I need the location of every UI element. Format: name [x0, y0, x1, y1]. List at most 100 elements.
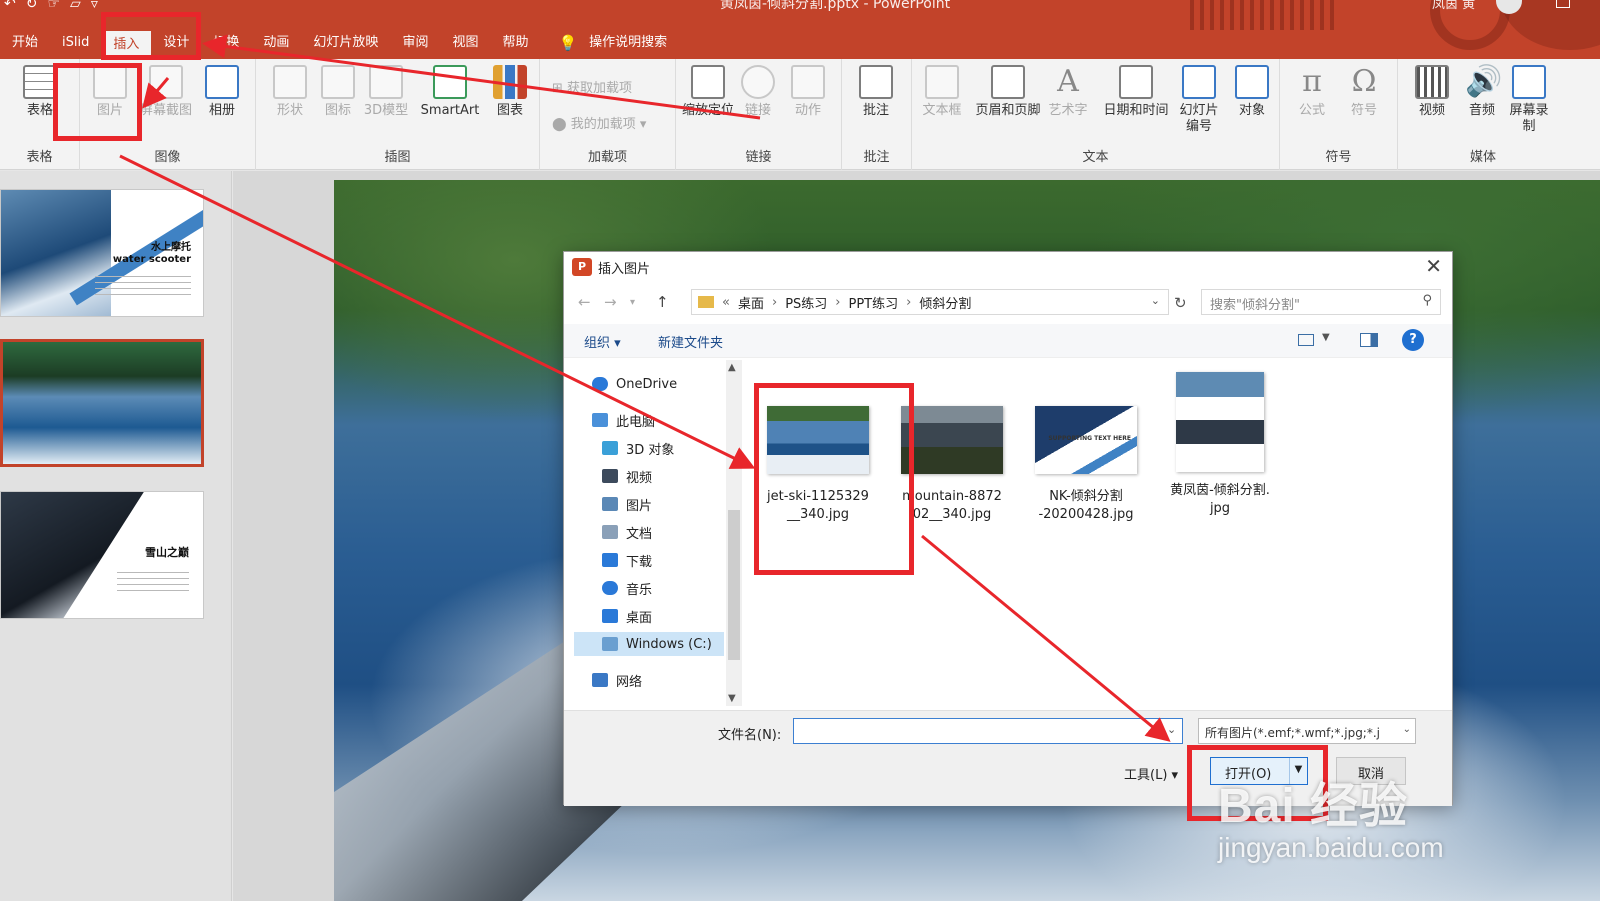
textbox-button[interactable]: 文本框	[914, 65, 970, 119]
tab-view[interactable]: 视图	[440, 29, 490, 57]
tab-insert[interactable]: 插入	[101, 31, 152, 59]
screen-recording-button[interactable]: 屏幕录制	[1504, 65, 1554, 135]
picture-icon	[93, 65, 127, 99]
tell-me-search[interactable]: 操作说明搜索	[577, 29, 679, 57]
breadcrumb-item[interactable]: PS练习	[785, 293, 827, 312]
nav-item-pictures[interactable]: 图片	[602, 492, 652, 516]
file-item-jetski[interactable]: jet-ski-1125329 __340.jpg	[752, 372, 884, 524]
redo-icon[interactable]: ↻	[26, 0, 38, 12]
address-bar[interactable]: « 桌面 › PS练习 › PPT练习 › 倾斜分割 ⌄	[691, 289, 1169, 315]
icons-icon	[321, 65, 355, 99]
back-arrow-icon[interactable]: ←	[578, 293, 591, 311]
nav-item-3d-objects[interactable]: 3D 对象	[602, 436, 674, 460]
restore-window-icon[interactable]	[1556, 0, 1570, 8]
ribbon: 表格 表格 图片 屏幕截图 相册 图像 形状 图标 3D模型 SmartArt …	[0, 59, 1600, 170]
header-footer-button[interactable]: 页眉和页脚	[970, 65, 1046, 119]
file-item-collage[interactable]: 黄凤茵-倾斜分割. jpg	[1154, 372, 1286, 518]
help-icon[interactable]: ?	[1402, 329, 1424, 351]
recent-dropdown-icon[interactable]: ▾	[630, 297, 635, 308]
new-folder-button[interactable]: 新建文件夹	[658, 332, 723, 351]
document-icon	[602, 525, 618, 539]
nav-item-documents[interactable]: 文档	[602, 520, 652, 544]
object-button[interactable]: 对象	[1224, 65, 1280, 119]
organize-button[interactable]: 组织 ▾	[584, 332, 621, 351]
search-input[interactable]: 搜索"倾斜分割" ⚲	[1201, 289, 1441, 315]
zoom-button[interactable]: 缩放定位	[680, 65, 736, 119]
wordart-button[interactable]: A 艺术字	[1040, 65, 1096, 119]
mountain-image-icon	[901, 406, 1003, 474]
slide-thumbnail-3[interactable]: 雪山之巅	[0, 491, 204, 619]
get-addins-button[interactable]: ⊞ 获取加载项	[552, 77, 632, 96]
file-item-nk[interactable]: SUPPORTING TEXT HERE NK-倾斜分割 -20200428.j…	[1020, 372, 1152, 524]
chevron-down-icon[interactable]: ▼	[1322, 332, 1330, 343]
equation-button[interactable]: π 公式	[1284, 65, 1340, 119]
photo-album-button[interactable]: 相册	[194, 65, 250, 119]
ribbon-group-label: 媒体	[1469, 150, 1496, 165]
slide-body-text	[117, 572, 189, 594]
refresh-icon[interactable]: ↻	[1174, 294, 1187, 312]
nav-item-this-pc[interactable]: 此电脑	[592, 408, 655, 432]
close-icon[interactable]: ✕	[1425, 254, 1442, 278]
tab-transitions[interactable]: 切换	[201, 29, 251, 57]
picture-button[interactable]: 图片	[82, 65, 138, 119]
slide-thumbnail-1[interactable]: 水上摩托 water scooter	[0, 189, 204, 317]
my-addins-button[interactable]: ⬤ 我的加载项 ▾	[552, 113, 646, 132]
audio-button[interactable]: 🔊 音频	[1454, 65, 1510, 119]
tab-islide[interactable]: iSlid	[50, 29, 101, 57]
ribbon-group-label: 链接	[745, 150, 772, 165]
forward-arrow-icon[interactable]: →	[604, 293, 617, 311]
comment-button[interactable]: 批注	[848, 65, 904, 119]
symbol-button[interactable]: Ω 符号	[1336, 65, 1392, 119]
slide-number-button[interactable]: 幻灯片编号	[1174, 65, 1224, 135]
nav-item-desktop[interactable]: 桌面	[602, 604, 652, 628]
tab-review[interactable]: 审阅	[390, 29, 440, 57]
up-arrow-icon[interactable]: ↑	[656, 293, 669, 311]
nav-item-network[interactable]: 网络	[592, 668, 642, 692]
slide-thumbnail-2[interactable]	[0, 339, 204, 467]
tab-design[interactable]: 设计	[151, 29, 201, 57]
customize-qat-icon[interactable]: ▿	[91, 0, 98, 12]
tab-slideshow[interactable]: 幻灯片放映	[301, 29, 390, 57]
dialog-titlebar: P 插入图片 ✕	[564, 252, 1452, 282]
nav-item-music[interactable]: 音乐	[602, 576, 652, 600]
nav-item-onedrive[interactable]: OneDrive	[592, 372, 677, 396]
chevron-down-icon[interactable]: ⌄	[1151, 294, 1160, 307]
action-button[interactable]: 动作	[780, 65, 836, 119]
table-button[interactable]: 表格	[12, 65, 68, 119]
scroll-thumb[interactable]	[728, 510, 740, 660]
change-view-icon[interactable]	[1298, 334, 1314, 346]
touch-mode-icon[interactable]: ☞	[47, 0, 60, 12]
breadcrumb-item[interactable]: 桌面	[738, 293, 764, 312]
slide-thumbnail-panel: 水上摩托 water scooter 雪山之巅	[0, 171, 232, 901]
smartart-button[interactable]: SmartArt	[412, 65, 488, 119]
breadcrumb-item[interactable]: PPT练习	[848, 293, 898, 312]
nav-item-windows-c[interactable]: Windows (C:)	[574, 632, 724, 656]
tab-home[interactable]: 开始	[0, 29, 50, 57]
nav-scrollbar[interactable]: ▲ ▼	[726, 360, 742, 706]
link-button[interactable]: 链接	[730, 65, 786, 119]
file-item-mountain[interactable]: mountain-8872 02__340.jpg	[886, 372, 1018, 524]
address-row: ← → ▾ ↑ « 桌面 › PS练习 › PPT练习 › 倾斜分割 ⌄ ↻ 搜…	[564, 286, 1452, 320]
chart-button[interactable]: 图表	[482, 65, 538, 119]
breadcrumb-item[interactable]: 倾斜分割	[919, 293, 971, 312]
chevron-down-icon[interactable]: ⌄	[1167, 723, 1176, 736]
nav-item-videos[interactable]: 视频	[602, 464, 652, 488]
open-folder-icon[interactable]: ▱	[70, 0, 81, 12]
filetype-select[interactable]: 所有图片(*.emf;*.wmf;*.jpg;*.j ⌄	[1198, 718, 1416, 744]
filename-input[interactable]	[793, 718, 1183, 744]
scroll-up-icon[interactable]: ▲	[728, 362, 736, 373]
3d-model-button[interactable]: 3D模型	[358, 65, 414, 119]
screenshot-button[interactable]: 屏幕截图	[138, 65, 194, 119]
scroll-down-icon[interactable]: ▼	[728, 693, 736, 704]
undo-icon[interactable]: ↶	[4, 0, 16, 12]
date-time-button[interactable]: 日期和时间	[1098, 65, 1174, 119]
nav-item-downloads[interactable]: 下载	[602, 548, 652, 572]
video-button[interactable]: 视频	[1404, 65, 1460, 119]
tab-animations[interactable]: 动画	[251, 29, 301, 57]
tab-help[interactable]: 帮助	[490, 29, 540, 57]
preview-pane-icon[interactable]	[1360, 333, 1378, 347]
tools-button[interactable]: 工具(L) ▾	[1124, 764, 1178, 783]
lightbulb-icon: 💡	[558, 34, 578, 52]
user-name: 凤茵 黄	[1432, 0, 1476, 12]
collage-image-icon	[1176, 372, 1264, 472]
